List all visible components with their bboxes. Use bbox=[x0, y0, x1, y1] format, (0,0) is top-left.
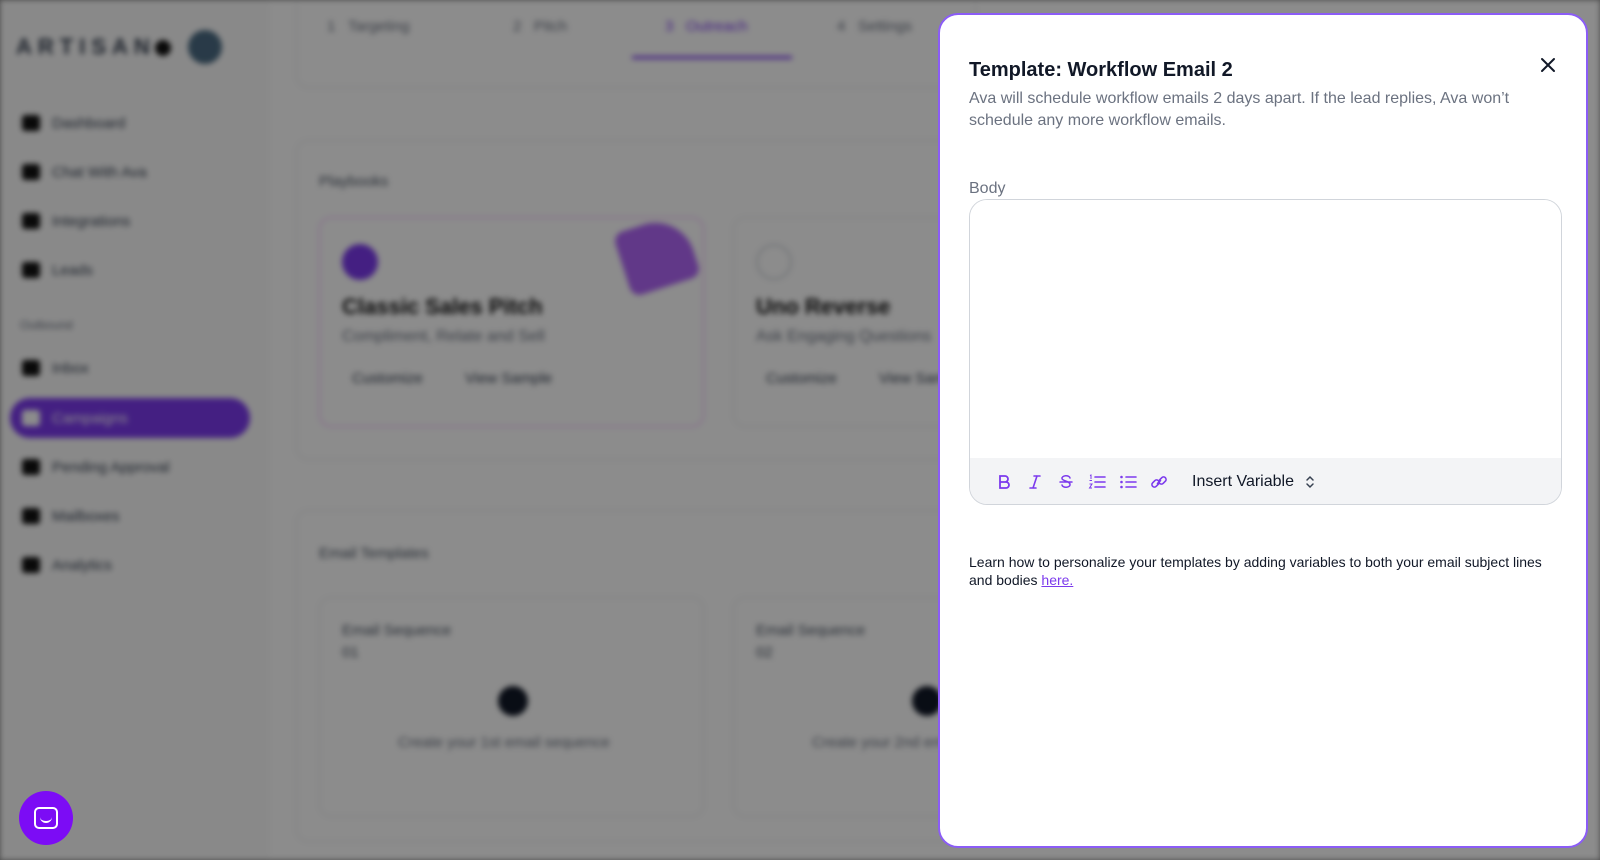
template-drawer: Template: Workflow Email 2 Ava will sche… bbox=[938, 13, 1588, 848]
chat-launcher-button[interactable] bbox=[19, 791, 73, 845]
close-icon[interactable] bbox=[1536, 53, 1560, 77]
chat-icon bbox=[34, 807, 58, 829]
bullet-list-icon[interactable] bbox=[1116, 470, 1140, 494]
insert-variable-select[interactable]: Insert Variable bbox=[1192, 470, 1316, 494]
drawer-description: Ava will schedule workflow emails 2 days… bbox=[969, 90, 1510, 129]
help-text: Learn how to personalize your templates … bbox=[969, 553, 1569, 589]
body-editor: Insert Variable bbox=[969, 199, 1562, 505]
italic-icon[interactable] bbox=[1023, 470, 1047, 494]
bold-icon[interactable] bbox=[992, 470, 1016, 494]
chevron-up-down-icon bbox=[1306, 475, 1314, 489]
ordered-list-icon[interactable] bbox=[1085, 470, 1109, 494]
drawer-title: Template: Workflow Email 2 bbox=[969, 59, 1233, 81]
body-label: Body bbox=[969, 180, 1006, 197]
body-input[interactable] bbox=[970, 200, 1561, 458]
editor-toolbar: Insert Variable bbox=[970, 458, 1561, 504]
link-icon[interactable] bbox=[1147, 470, 1171, 494]
help-link[interactable]: here. bbox=[1041, 572, 1073, 588]
insert-variable-label: Insert Variable bbox=[1192, 473, 1294, 490]
strikethrough-icon[interactable] bbox=[1054, 470, 1078, 494]
